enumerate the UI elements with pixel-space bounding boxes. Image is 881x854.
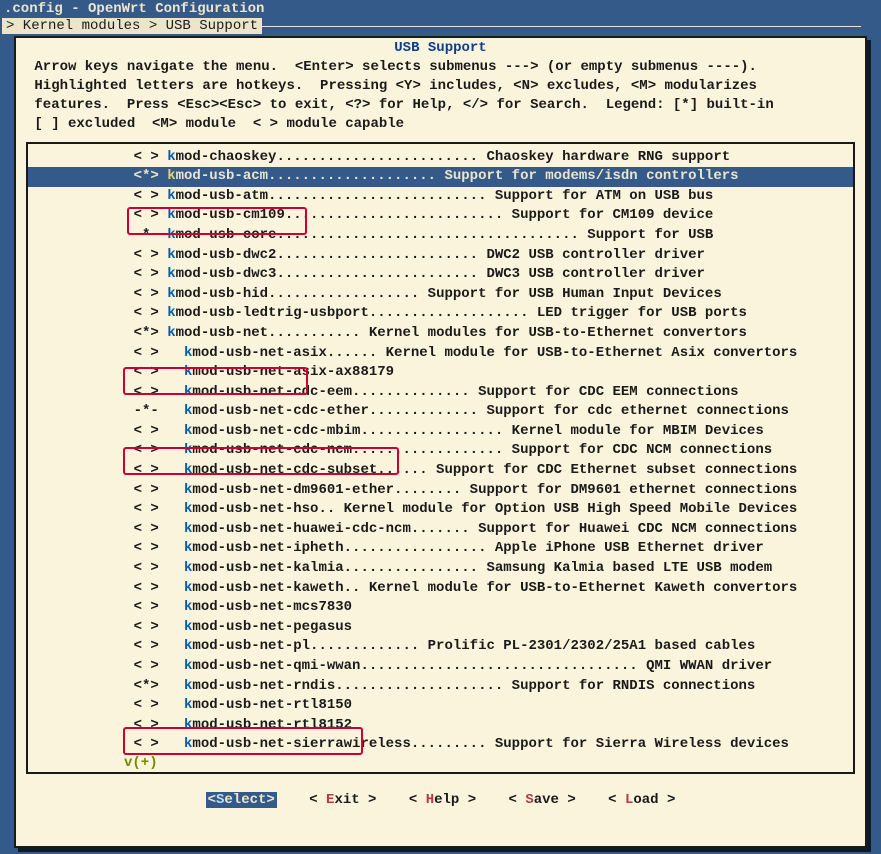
menu-item[interactable]: < > kmod-usb-atm........................… bbox=[28, 187, 853, 207]
load-button[interactable]: < Load > bbox=[608, 792, 675, 808]
help-button[interactable]: < Help > bbox=[409, 792, 476, 808]
menu-item[interactable]: < > kmod-usb-net-cdc-ncm................… bbox=[28, 441, 853, 461]
menu-item[interactable]: < > kmod-usb-net-cdc-eem.............. S… bbox=[28, 383, 853, 403]
menu-item[interactable]: < > kmod-usb-net-cdc-mbim...............… bbox=[28, 422, 853, 442]
window-title: .config - OpenWrt Configuration bbox=[0, 0, 881, 18]
button-bar: <Select> < Exit > < Help > < Save > < Lo… bbox=[16, 774, 865, 808]
menu-item[interactable]: < > kmod-usb-ledtrig-usbport............… bbox=[28, 304, 853, 324]
menu-item[interactable]: < > kmod-usb-net-qmi-wwan...............… bbox=[28, 657, 853, 677]
help-text: Arrow keys navigate the menu. <Enter> se… bbox=[16, 58, 865, 142]
menu-item[interactable]: < > kmod-usb-net-kalmia................ … bbox=[28, 559, 853, 579]
menu-item[interactable]: < > kmod-usb-dwc3.......................… bbox=[28, 265, 853, 285]
menu-item[interactable]: < > kmod-usb-net-cdc-subset...... Suppor… bbox=[28, 461, 853, 481]
breadcrumb: > Kernel modules > USB Support bbox=[2, 18, 262, 34]
exit-button[interactable]: < Exit > bbox=[309, 792, 376, 808]
menu-item[interactable]: < > kmod-usb-hid.................. Suppo… bbox=[28, 285, 853, 305]
menu-item[interactable]: <*> kmod-usb-net........... Kernel modul… bbox=[28, 324, 853, 344]
menu-item[interactable]: < > kmod-usb-net-mcs7830 bbox=[28, 598, 853, 618]
menu-item[interactable]: < > kmod-chaoskey.......................… bbox=[28, 148, 853, 168]
dialog-title: USB Support bbox=[16, 38, 865, 58]
menu-item[interactable]: < > kmod-usb-net-rtl8150 bbox=[28, 696, 853, 716]
menu-item[interactable]: -*- kmod-usb-net-cdc-ether............. … bbox=[28, 402, 853, 422]
scroll-more-indicator: v(+) bbox=[28, 755, 853, 771]
menu-item[interactable]: < > kmod-usb-dwc2.......................… bbox=[28, 246, 853, 266]
menu-item[interactable]: < > kmod-usb-net-ipheth.................… bbox=[28, 539, 853, 559]
menu-item[interactable]: < > kmod-usb-net-kaweth.. Kernel module … bbox=[28, 579, 853, 599]
menu-item[interactable]: < > kmod-usb-net-rtl8152 bbox=[28, 716, 853, 736]
menu-item[interactable]: < > kmod-usb-cm109......................… bbox=[28, 206, 853, 226]
menu-list-frame[interactable]: < > kmod-chaoskey.......................… bbox=[26, 142, 855, 774]
menu-item[interactable]: -*- kmod-usb-core.......................… bbox=[28, 226, 853, 246]
menu-item[interactable]: <*> kmod-usb-net-rndis..................… bbox=[28, 677, 853, 697]
select-button[interactable]: <Select> bbox=[206, 792, 277, 808]
breadcrumb-bar: > Kernel modules > USB Support bbox=[0, 18, 881, 36]
menu-item[interactable]: < > kmod-usb-net-sierrawireless.........… bbox=[28, 735, 853, 755]
save-button[interactable]: < Save > bbox=[509, 792, 576, 808]
menu-item[interactable]: < > kmod-usb-net-dm9601-ether........ Su… bbox=[28, 481, 853, 501]
menu-item[interactable]: < > kmod-usb-net-asix...... Kernel modul… bbox=[28, 344, 853, 364]
menu-item[interactable]: < > kmod-usb-net-huawei-cdc-ncm....... S… bbox=[28, 520, 853, 540]
menu-list[interactable]: < > kmod-chaoskey.......................… bbox=[28, 144, 853, 774]
menu-item[interactable]: < > kmod-usb-net-pl............. Prolifi… bbox=[28, 637, 853, 657]
menu-item[interactable]: < > kmod-usb-net-asix-ax88179 bbox=[28, 363, 853, 383]
menu-item[interactable]: < > kmod-usb-net-hso.. Kernel module for… bbox=[28, 500, 853, 520]
dialog-frame: USB Support Arrow keys navigate the menu… bbox=[14, 36, 867, 848]
menu-item[interactable]: <*> kmod-usb-acm.................... Sup… bbox=[28, 167, 853, 187]
menu-item[interactable]: < > kmod-usb-net-pegasus bbox=[28, 618, 853, 638]
